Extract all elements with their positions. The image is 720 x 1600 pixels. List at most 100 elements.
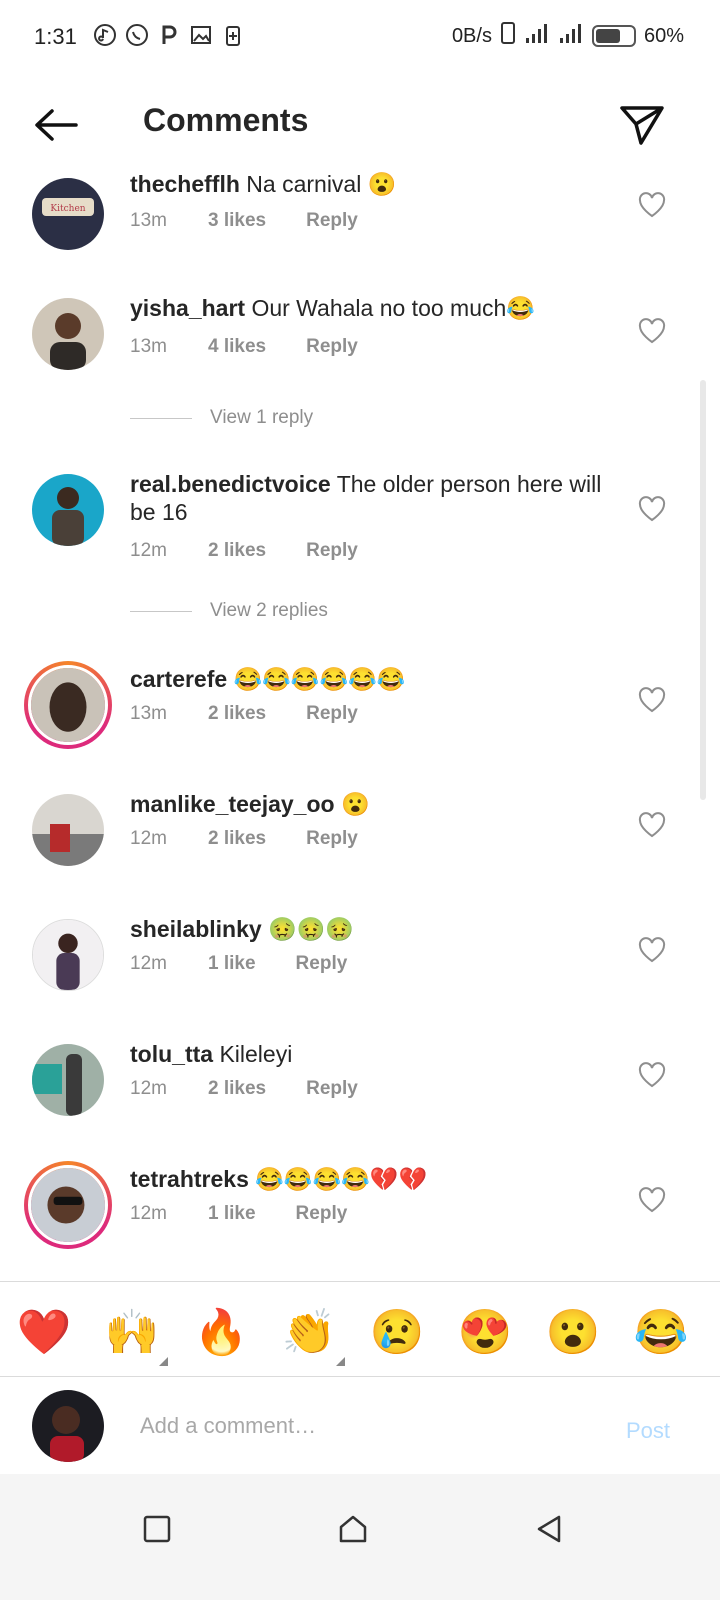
- reaction-cry[interactable]: 😢: [369, 1304, 425, 1360]
- comments-list[interactable]: Kitchen thechefflh Na carnival 😮 13m 3 l…: [0, 170, 720, 1280]
- comment-username[interactable]: carterefe: [130, 666, 227, 692]
- reply-button[interactable]: Reply: [306, 828, 358, 850]
- heart-outline-icon[interactable]: [638, 192, 666, 218]
- avatar[interactable]: [24, 661, 112, 749]
- reaction-heart-eyes[interactable]: 😍: [457, 1304, 513, 1360]
- status-right: 0B/s 60%: [452, 22, 684, 50]
- comment-body: 😂😂😂😂💔💔: [255, 1166, 428, 1192]
- heart-outline-icon[interactable]: [638, 687, 666, 713]
- comment-meta: 12m 1 like Reply: [130, 1203, 347, 1225]
- reaction-laugh[interactable]: 😂: [633, 1304, 689, 1360]
- signal-hplus-icon: [558, 22, 584, 50]
- recent-apps-button[interactable]: [132, 1504, 182, 1554]
- heart-outline-icon[interactable]: [638, 496, 666, 522]
- comment-time: 13m: [130, 703, 167, 724]
- reaction-heart[interactable]: ❤️: [16, 1304, 72, 1360]
- comment-text: tetrahtreks 😂😂😂😂💔💔: [130, 1165, 610, 1193]
- avatar[interactable]: [32, 919, 104, 991]
- comments-header: Comments: [0, 80, 720, 170]
- status-bar: 1:31 0B/s 60%: [0, 0, 720, 72]
- comment-time: 13m: [130, 336, 167, 357]
- home-icon: [339, 1515, 367, 1543]
- comment-username[interactable]: tetrahtreks: [130, 1166, 249, 1192]
- reaction-fire[interactable]: 🔥: [193, 1304, 249, 1360]
- reaction-raising-hands[interactable]: 🙌: [104, 1304, 168, 1366]
- heart-outline-icon[interactable]: [638, 318, 666, 344]
- avatar[interactable]: [32, 474, 104, 546]
- comment-time: 12m: [130, 540, 167, 561]
- reply-button[interactable]: Reply: [306, 703, 358, 725]
- back-nav-button[interactable]: [524, 1504, 574, 1554]
- comment-body: 😮: [340, 791, 370, 817]
- heart-outline-icon[interactable]: [638, 812, 666, 838]
- triangle-back-icon: [537, 1515, 561, 1543]
- comment-time: 13m: [130, 210, 167, 231]
- reaction-clap[interactable]: 👏: [281, 1304, 345, 1366]
- comment-meta: 13m 4 likes Reply: [130, 336, 358, 358]
- comment-likes[interactable]: 1 like: [208, 1203, 256, 1225]
- comment-likes[interactable]: 2 likes: [208, 703, 266, 725]
- comment-likes[interactable]: 3 likes: [208, 210, 266, 232]
- comment-likes[interactable]: 2 likes: [208, 1078, 266, 1100]
- page-title: Comments: [143, 102, 309, 138]
- heart-outline-icon[interactable]: [638, 1062, 666, 1088]
- whatsapp-icon: [124, 22, 150, 48]
- comment-likes[interactable]: 4 likes: [208, 336, 266, 358]
- comment-time: 12m: [130, 1078, 167, 1099]
- comment-likes[interactable]: 2 likes: [208, 540, 266, 562]
- comment-input[interactable]: [140, 1408, 580, 1444]
- comment-username[interactable]: yisha_hart: [130, 295, 245, 321]
- comment-body: 🤢🤢🤢: [268, 916, 354, 942]
- share-button[interactable]: [614, 100, 670, 150]
- reply-button[interactable]: Reply: [306, 1078, 358, 1100]
- comment-body: 😂😂😂😂😂😂: [233, 666, 406, 692]
- comment-meta: 12m 1 like Reply: [130, 953, 347, 975]
- comment-time: 12m: [130, 828, 167, 849]
- svg-text:Kitchen: Kitchen: [50, 204, 85, 214]
- reply-button[interactable]: Reply: [296, 953, 348, 975]
- comment-text: manlike_teejay_oo 😮: [130, 790, 610, 818]
- comment-body: Na carnival 😮: [246, 171, 397, 197]
- comment-text: thechefflh Na carnival 😮: [130, 170, 610, 198]
- comment-text: sheilablinky 🤢🤢🤢: [130, 915, 610, 943]
- heart-outline-icon[interactable]: [638, 1187, 666, 1213]
- view-replies-button[interactable]: View 1 reply: [130, 407, 313, 429]
- scrollbar[interactable]: [700, 380, 706, 800]
- post-button[interactable]: Post: [626, 1418, 670, 1444]
- reply-button[interactable]: Reply: [306, 210, 358, 232]
- quick-reaction-bar: ❤️ 🙌 🔥 👏 😢 😍 😮 😂: [0, 1281, 720, 1377]
- comment-body: Our Wahala no too much😂: [251, 295, 535, 321]
- comment-username[interactable]: tolu_tta: [130, 1041, 213, 1067]
- comment-likes[interactable]: 2 likes: [208, 828, 266, 850]
- avatar[interactable]: [32, 794, 104, 866]
- signal-icon: [524, 22, 550, 50]
- p-app-icon: [156, 22, 182, 48]
- comment-username[interactable]: thechefflh: [130, 171, 240, 197]
- comment-username[interactable]: sheilablinky: [130, 916, 262, 942]
- comment-text: carterefe 😂😂😂😂😂😂: [130, 665, 610, 693]
- battery-saver-icon: [220, 22, 246, 48]
- status-time: 1:31: [34, 24, 77, 49]
- paper-plane-icon: [620, 106, 664, 145]
- comment-meta: 12m 2 likes Reply: [130, 828, 358, 850]
- comment-username[interactable]: real.benedictvoice: [130, 471, 331, 497]
- square-icon: [143, 1515, 171, 1543]
- heart-outline-icon[interactable]: [638, 937, 666, 963]
- network-speed: 0B/s: [451, 24, 492, 47]
- avatar[interactable]: Kitchen: [32, 178, 104, 250]
- view-replies-button[interactable]: View 2 replies: [130, 600, 328, 622]
- comment-body: Kileleyi: [219, 1041, 293, 1067]
- back-button[interactable]: [28, 100, 84, 150]
- reply-button[interactable]: Reply: [306, 540, 358, 562]
- avatar[interactable]: [32, 298, 104, 370]
- reply-button[interactable]: Reply: [306, 336, 358, 358]
- home-button[interactable]: [328, 1504, 378, 1554]
- comment-username[interactable]: manlike_teejay_oo: [130, 791, 335, 817]
- reaction-wow[interactable]: 😮: [545, 1304, 601, 1360]
- reaction-clap-glyph: 👏: [281, 1308, 337, 1357]
- comment-text: real.benedictvoice The older person here…: [130, 470, 610, 526]
- avatar[interactable]: [32, 1044, 104, 1116]
- comment-likes[interactable]: 1 like: [208, 953, 256, 975]
- avatar[interactable]: [24, 1161, 112, 1249]
- reply-button[interactable]: Reply: [296, 1203, 348, 1225]
